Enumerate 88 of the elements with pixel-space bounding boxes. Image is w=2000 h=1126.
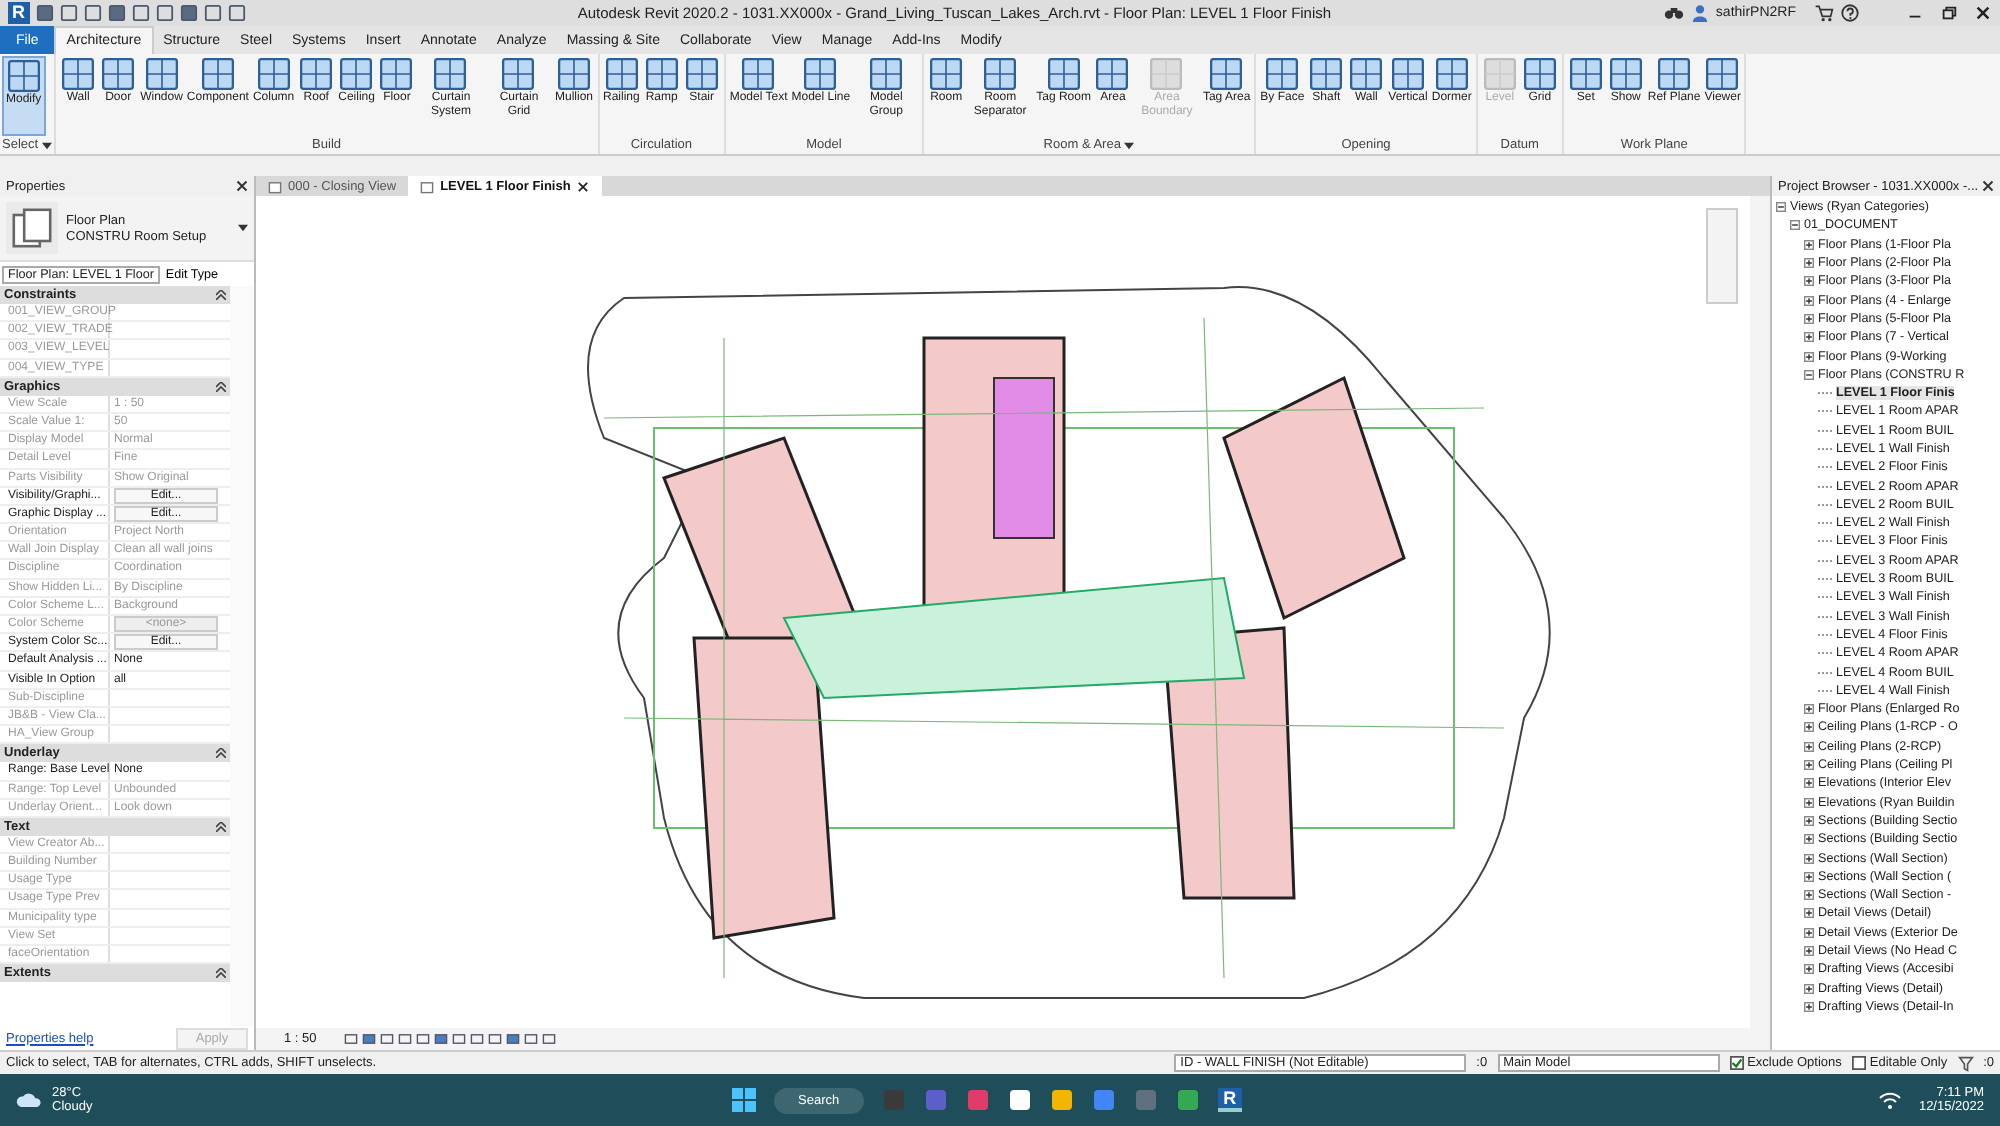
grid-square-icon (145, 58, 178, 90)
collapse-icon[interactable] (216, 748, 226, 759)
grid-square-icon (1266, 58, 1299, 90)
expand-icon[interactable] (1804, 797, 1814, 808)
expand-icon[interactable] (1804, 983, 1814, 994)
grid-square-icon (870, 58, 903, 90)
expand-icon[interactable] (1804, 741, 1814, 752)
expand-icon[interactable] (1804, 258, 1814, 269)
caret-icon (238, 224, 248, 232)
expand-icon[interactable] (1804, 871, 1814, 882)
grid-square-icon (102, 58, 135, 90)
grid-square-icon (645, 58, 678, 90)
expand-icon[interactable] (1804, 760, 1814, 771)
expand-icon[interactable] (1804, 351, 1814, 362)
expand-icon[interactable] (1804, 908, 1814, 919)
grid-square-icon (257, 58, 290, 90)
app-icon[interactable] (1049, 1088, 1074, 1112)
grid-square-icon (557, 58, 590, 90)
checkbox[interactable] (1729, 1056, 1744, 1070)
expand-icon[interactable] (1804, 964, 1814, 975)
restore-icon[interactable] (1940, 4, 1958, 22)
expand-icon[interactable] (1804, 853, 1814, 864)
collapse-icon[interactable] (1804, 369, 1814, 380)
close-icon[interactable] (1982, 180, 1994, 192)
close-icon[interactable] (236, 180, 248, 192)
expand-icon[interactable] (1804, 778, 1814, 789)
expand-icon[interactable] (1804, 239, 1814, 250)
grid-square-icon (984, 58, 1017, 90)
grid-square-icon (1096, 58, 1129, 90)
cloud-icon[interactable] (16, 1090, 44, 1110)
close-icon[interactable] (576, 179, 591, 193)
grid-square-icon (1609, 58, 1642, 90)
expand-icon[interactable] (1804, 834, 1814, 845)
grid-square-icon (930, 58, 963, 90)
user-icon[interactable] (1689, 4, 1710, 22)
grid-square-icon (1392, 58, 1425, 90)
grid-square-icon (502, 58, 535, 90)
expand-icon[interactable] (1804, 890, 1814, 901)
grid-square-icon (1523, 58, 1556, 90)
grid-square-icon (1435, 58, 1468, 90)
grid-square-icon (1658, 58, 1691, 90)
collapse-icon[interactable] (1790, 220, 1800, 231)
expand-icon[interactable] (1804, 927, 1814, 938)
close-icon[interactable] (1974, 4, 1992, 22)
expand-icon[interactable] (1804, 313, 1814, 324)
windows-start-icon[interactable] (732, 1088, 756, 1112)
checkbox[interactable] (1851, 1056, 1866, 1070)
grid-square-icon (1569, 58, 1602, 90)
grid-square-icon (380, 58, 413, 90)
expand-icon[interactable] (1804, 1001, 1814, 1012)
collapse-icon[interactable] (216, 290, 226, 300)
expand-icon[interactable] (1804, 704, 1814, 715)
grid-square-icon (685, 58, 718, 90)
grid-square-icon (804, 58, 837, 90)
help-icon[interactable] (1840, 4, 1860, 22)
grid-square-icon (605, 58, 638, 90)
revit-app-button[interactable]: R (1217, 1088, 1243, 1112)
filter-icon[interactable] (1957, 1055, 1974, 1071)
expand-icon[interactable] (1804, 946, 1814, 957)
collapse-icon[interactable] (1776, 202, 1786, 213)
grid-square-icon (340, 58, 373, 90)
expand-icon[interactable] (1804, 295, 1814, 306)
grid-square-icon (300, 58, 333, 90)
grid-square-icon (201, 58, 234, 90)
expand-icon[interactable] (1804, 722, 1814, 733)
grid-square-icon (1350, 58, 1383, 90)
app-logo[interactable]: R (8, 2, 29, 24)
app-icon[interactable] (1007, 1088, 1032, 1112)
grid-square-icon (742, 58, 775, 90)
wifi-icon[interactable] (1878, 1088, 1903, 1112)
expand-icon[interactable] (1804, 815, 1814, 826)
grid-square-icon (1706, 58, 1739, 90)
caret-icon[interactable] (42, 141, 53, 149)
cart-icon[interactable] (1814, 4, 1834, 22)
grid-square-icon (434, 58, 467, 90)
grid-square-icon (1047, 58, 1080, 90)
expand-icon[interactable] (1804, 276, 1814, 287)
collapse-icon[interactable] (216, 968, 226, 979)
binoculars-icon[interactable] (1663, 4, 1684, 22)
grid-square-icon (1310, 58, 1343, 90)
caret-icon[interactable] (1124, 141, 1135, 149)
grid-square-icon (1210, 58, 1243, 90)
expand-icon[interactable] (1804, 332, 1814, 343)
collapse-icon[interactable] (216, 381, 226, 392)
collapse-icon[interactable] (216, 821, 226, 832)
floor-plan-icon (6, 202, 58, 254)
grid-square-icon (62, 58, 95, 90)
grid-square-icon (7, 60, 40, 92)
